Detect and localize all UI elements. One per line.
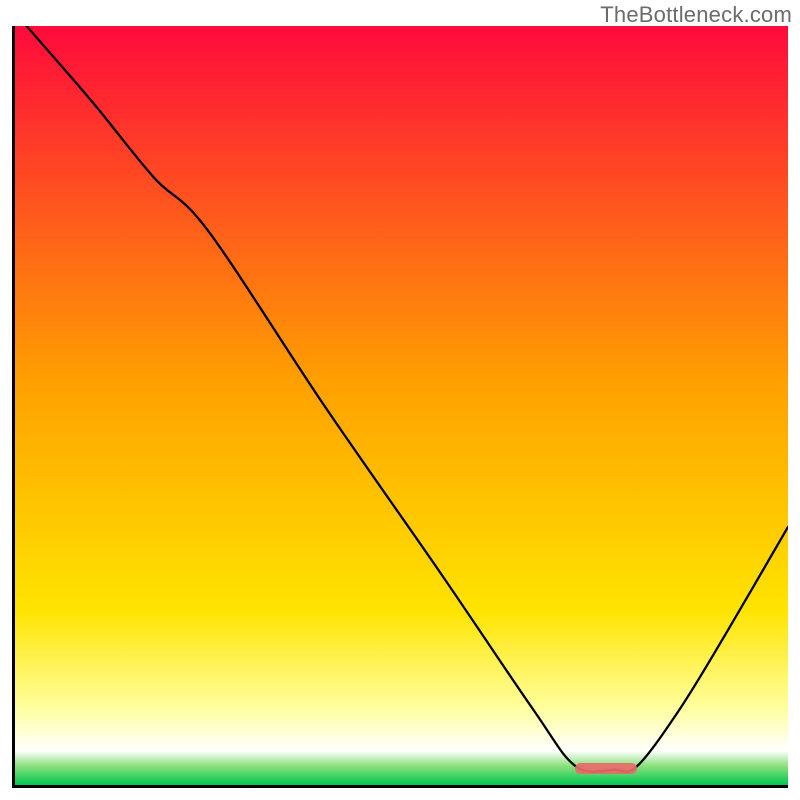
watermark-text: TheBottleneck.com: [600, 2, 792, 28]
chart-container: TheBottleneck.com: [0, 0, 800, 800]
optimal-range-marker: [575, 763, 637, 774]
plot-area: [12, 26, 788, 788]
bottleneck-curve: [15, 26, 788, 785]
